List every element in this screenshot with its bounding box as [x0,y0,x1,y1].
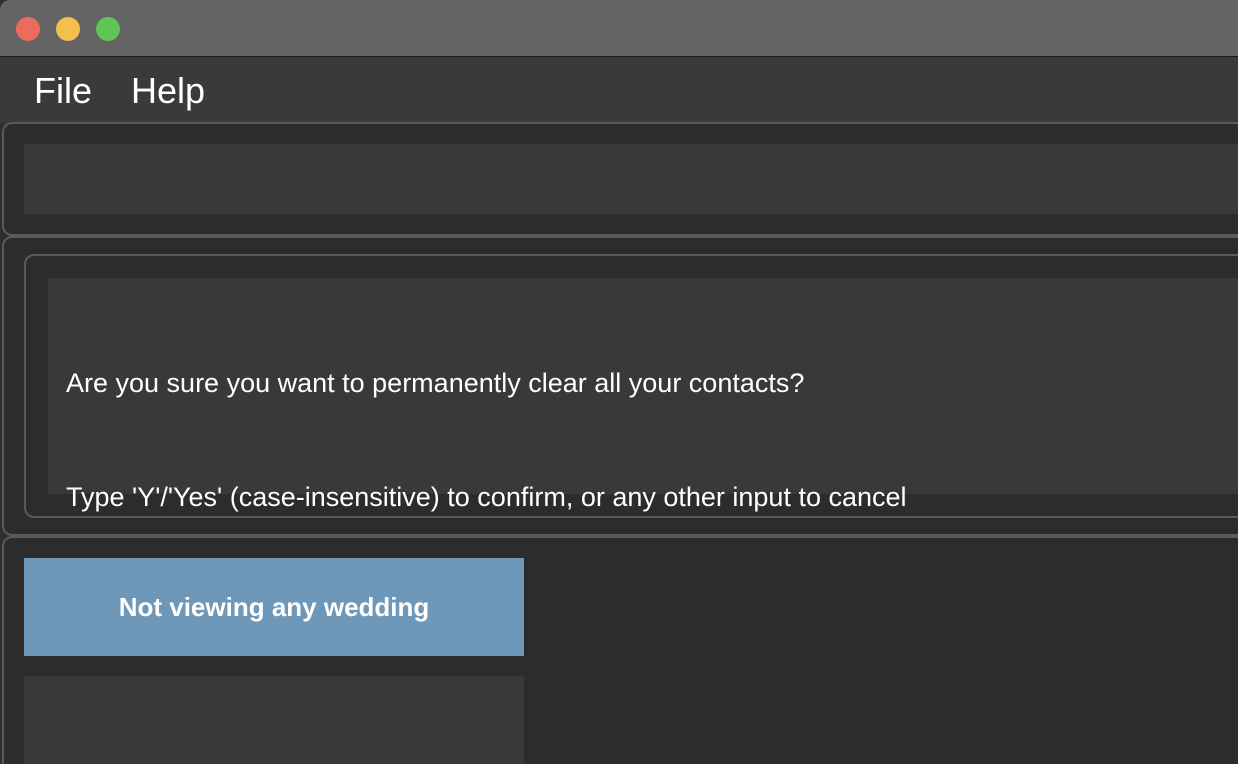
result-panel: Are you sure you want to permanently cle… [2,236,1238,536]
close-window-button[interactable] [16,17,40,41]
menu-file[interactable]: File [34,71,92,111]
command-input[interactable] [24,144,1238,214]
zoom-window-button[interactable] [96,17,120,41]
result-display-frame: Are you sure you want to permanently cle… [24,254,1238,518]
contact-list-card[interactable] [24,676,524,764]
command-panel [2,122,1238,236]
menu-bar: File Help [0,57,1238,123]
menu-help[interactable]: Help [131,71,205,111]
result-message-line: Type 'Y'/'Yes' (case-insensitive) to con… [66,482,907,512]
minimize-window-button[interactable] [56,17,80,41]
wedding-status-banner: Not viewing any wedding [24,558,524,656]
title-bar [0,0,1238,57]
result-message-line: Are you sure you want to permanently cle… [66,368,805,398]
result-display: Are you sure you want to permanently cle… [48,278,1238,512]
contact-list-panel: Not viewing any wedding [2,536,1238,764]
app-window: File Help Are you sure you want to perma… [0,0,1238,764]
